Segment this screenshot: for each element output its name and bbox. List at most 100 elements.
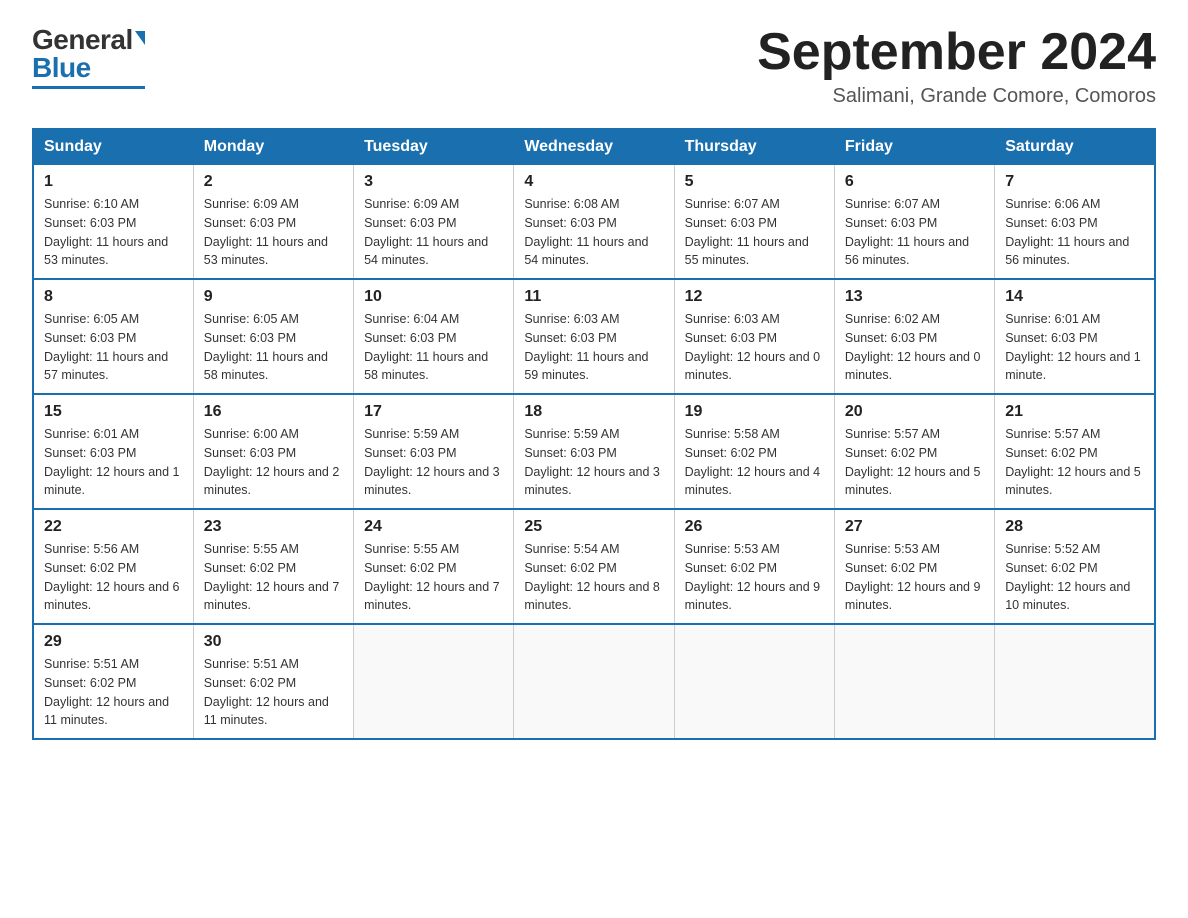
- calendar-day-cell: [995, 624, 1155, 739]
- weekday-header-saturday: Saturday: [995, 129, 1155, 165]
- day-info: Sunrise: 5:56 AMSunset: 6:02 PMDaylight:…: [44, 540, 183, 615]
- weekday-header-sunday: Sunday: [33, 129, 193, 165]
- calendar-day-cell: 11 Sunrise: 6:03 AMSunset: 6:03 PMDayligh…: [514, 279, 674, 394]
- day-info: Sunrise: 6:08 AMSunset: 6:03 PMDaylight:…: [524, 195, 663, 270]
- day-number: 19: [685, 403, 824, 421]
- calendar-day-cell: 8 Sunrise: 6:05 AMSunset: 6:03 PMDaylight…: [33, 279, 193, 394]
- day-number: 8: [44, 288, 183, 306]
- day-number: 16: [204, 403, 343, 421]
- day-info: Sunrise: 6:01 AMSunset: 6:03 PMDaylight:…: [1005, 310, 1144, 385]
- day-number: 28: [1005, 518, 1144, 536]
- day-info: Sunrise: 5:55 AMSunset: 6:02 PMDaylight:…: [364, 540, 503, 615]
- calendar-day-cell: 20Sunrise: 5:57 AMSunset: 6:02 PMDayligh…: [834, 394, 994, 509]
- day-info: Sunrise: 6:09 AMSunset: 6:03 PMDaylight:…: [364, 195, 503, 270]
- calendar-day-cell: [514, 624, 674, 739]
- calendar-day-cell: 5 Sunrise: 6:07 AMSunset: 6:03 PMDaylight…: [674, 165, 834, 280]
- calendar-day-cell: 12 Sunrise: 6:03 AMSunset: 6:03 PMDayligh…: [674, 279, 834, 394]
- month-title: September 2024: [757, 24, 1156, 81]
- day-number: 10: [364, 288, 503, 306]
- calendar-day-cell: 25 Sunrise: 5:54 AMSunset: 6:02 PMDayligh…: [514, 509, 674, 624]
- day-number: 27: [845, 518, 984, 536]
- calendar-day-cell: 4 Sunrise: 6:08 AMSunset: 6:03 PMDaylight…: [514, 165, 674, 280]
- day-number: 14: [1005, 288, 1144, 306]
- day-number: 12: [685, 288, 824, 306]
- calendar-day-cell: 29 Sunrise: 5:51 AMSunset: 6:02 PMDayligh…: [33, 624, 193, 739]
- day-number: 15: [44, 403, 183, 421]
- calendar-day-cell: 6 Sunrise: 6:07 AMSunset: 6:03 PMDaylight…: [834, 165, 994, 280]
- calendar-day-cell: [834, 624, 994, 739]
- logo-blue-text: Blue: [32, 52, 91, 84]
- day-info: Sunrise: 6:03 AMSunset: 6:03 PMDaylight:…: [685, 310, 824, 385]
- day-number: 13: [845, 288, 984, 306]
- day-info: Sunrise: 6:00 AMSunset: 6:03 PMDaylight:…: [204, 425, 343, 500]
- day-info: Sunrise: 6:02 AMSunset: 6:03 PMDaylight:…: [845, 310, 984, 385]
- day-info: Sunrise: 5:53 AMSunset: 6:02 PMDaylight:…: [685, 540, 824, 615]
- day-info: Sunrise: 5:51 AMSunset: 6:02 PMDaylight:…: [44, 655, 183, 730]
- day-number: 7: [1005, 173, 1144, 191]
- calendar-week-row: 15 Sunrise: 6:01 AMSunset: 6:03 PMDayligh…: [33, 394, 1155, 509]
- calendar-day-cell: 16 Sunrise: 6:00 AMSunset: 6:03 PMDayligh…: [193, 394, 353, 509]
- calendar-week-row: 22 Sunrise: 5:56 AMSunset: 6:02 PMDayligh…: [33, 509, 1155, 624]
- calendar-day-cell: 13 Sunrise: 6:02 AMSunset: 6:03 PMDayligh…: [834, 279, 994, 394]
- calendar-day-cell: 22 Sunrise: 5:56 AMSunset: 6:02 PMDayligh…: [33, 509, 193, 624]
- day-number: 17: [364, 403, 503, 421]
- calendar-day-cell: 14 Sunrise: 6:01 AMSunset: 6:03 PMDayligh…: [995, 279, 1155, 394]
- logo-underline: [32, 86, 145, 89]
- calendar-day-cell: 3Sunrise: 6:09 AMSunset: 6:03 PMDaylight…: [354, 165, 514, 280]
- calendar-day-cell: 15 Sunrise: 6:01 AMSunset: 6:03 PMDayligh…: [33, 394, 193, 509]
- day-info: Sunrise: 6:06 AMSunset: 6:03 PMDaylight:…: [1005, 195, 1144, 270]
- day-info: Sunrise: 6:07 AMSunset: 6:03 PMDaylight:…: [845, 195, 984, 270]
- day-number: 2: [204, 173, 343, 191]
- calendar-week-row: 8 Sunrise: 6:05 AMSunset: 6:03 PMDaylight…: [33, 279, 1155, 394]
- calendar-day-cell: 2 Sunrise: 6:09 AMSunset: 6:03 PMDaylight…: [193, 165, 353, 280]
- day-number: 25: [524, 518, 663, 536]
- calendar-day-cell: 26 Sunrise: 5:53 AMSunset: 6:02 PMDayligh…: [674, 509, 834, 624]
- calendar-day-cell: 21Sunrise: 5:57 AMSunset: 6:02 PMDayligh…: [995, 394, 1155, 509]
- title-block: September 2024 Salimani, Grande Comore, …: [757, 24, 1156, 108]
- weekday-header-monday: Monday: [193, 129, 353, 165]
- day-number: 6: [845, 173, 984, 191]
- day-info: Sunrise: 5:52 AMSunset: 6:02 PMDaylight:…: [1005, 540, 1144, 615]
- calendar-day-cell: 17 Sunrise: 5:59 AMSunset: 6:03 PMDayligh…: [354, 394, 514, 509]
- calendar-table: SundayMondayTuesdayWednesdayThursdayFrid…: [32, 128, 1156, 740]
- calendar-day-cell: 27 Sunrise: 5:53 AMSunset: 6:02 PMDayligh…: [834, 509, 994, 624]
- day-info: Sunrise: 6:03 AMSunset: 6:03 PMDaylight:…: [524, 310, 663, 385]
- calendar-day-cell: [354, 624, 514, 739]
- day-number: 5: [685, 173, 824, 191]
- day-info: Sunrise: 6:09 AMSunset: 6:03 PMDaylight:…: [204, 195, 343, 270]
- calendar-week-row: 1Sunrise: 6:10 AMSunset: 6:03 PMDaylight…: [33, 165, 1155, 280]
- day-info: Sunrise: 5:57 AMSunset: 6:02 PMDaylight:…: [845, 425, 984, 500]
- day-info: Sunrise: 6:07 AMSunset: 6:03 PMDaylight:…: [685, 195, 824, 270]
- calendar-day-cell: 18Sunrise: 5:59 AMSunset: 6:03 PMDayligh…: [514, 394, 674, 509]
- day-info: Sunrise: 6:10 AMSunset: 6:03 PMDaylight:…: [44, 195, 183, 270]
- day-info: Sunrise: 5:54 AMSunset: 6:02 PMDaylight:…: [524, 540, 663, 615]
- calendar-day-cell: 10Sunrise: 6:04 AMSunset: 6:03 PMDayligh…: [354, 279, 514, 394]
- day-info: Sunrise: 5:53 AMSunset: 6:02 PMDaylight:…: [845, 540, 984, 615]
- day-number: 29: [44, 633, 183, 651]
- day-number: 30: [204, 633, 343, 651]
- day-number: 22: [44, 518, 183, 536]
- day-number: 26: [685, 518, 824, 536]
- day-info: Sunrise: 6:05 AMSunset: 6:03 PMDaylight:…: [44, 310, 183, 385]
- day-info: Sunrise: 5:55 AMSunset: 6:02 PMDaylight:…: [204, 540, 343, 615]
- weekday-header-tuesday: Tuesday: [354, 129, 514, 165]
- calendar-day-cell: 7 Sunrise: 6:06 AMSunset: 6:03 PMDaylight…: [995, 165, 1155, 280]
- calendar-day-cell: 1Sunrise: 6:10 AMSunset: 6:03 PMDaylight…: [33, 165, 193, 280]
- calendar-day-cell: 23Sunrise: 5:55 AMSunset: 6:02 PMDayligh…: [193, 509, 353, 624]
- day-number: 24: [364, 518, 503, 536]
- day-info: Sunrise: 5:59 AMSunset: 6:03 PMDaylight:…: [524, 425, 663, 500]
- calendar-day-cell: 30 Sunrise: 5:51 AMSunset: 6:02 PMDayligh…: [193, 624, 353, 739]
- logo: General Blue: [32, 24, 145, 89]
- day-number: 4: [524, 173, 663, 191]
- weekday-header-row: SundayMondayTuesdayWednesdayThursdayFrid…: [33, 129, 1155, 165]
- day-info: Sunrise: 6:01 AMSunset: 6:03 PMDaylight:…: [44, 425, 183, 500]
- day-info: Sunrise: 5:59 AMSunset: 6:03 PMDaylight:…: [364, 425, 503, 500]
- day-number: 9: [204, 288, 343, 306]
- day-info: Sunrise: 6:05 AMSunset: 6:03 PMDaylight:…: [204, 310, 343, 385]
- day-number: 21: [1005, 403, 1144, 421]
- weekday-header-friday: Friday: [834, 129, 994, 165]
- calendar-week-row: 29 Sunrise: 5:51 AMSunset: 6:02 PMDayligh…: [33, 624, 1155, 739]
- logo-triangle-icon: [135, 31, 145, 45]
- day-number: 11: [524, 288, 663, 306]
- day-info: Sunrise: 5:51 AMSunset: 6:02 PMDaylight:…: [204, 655, 343, 730]
